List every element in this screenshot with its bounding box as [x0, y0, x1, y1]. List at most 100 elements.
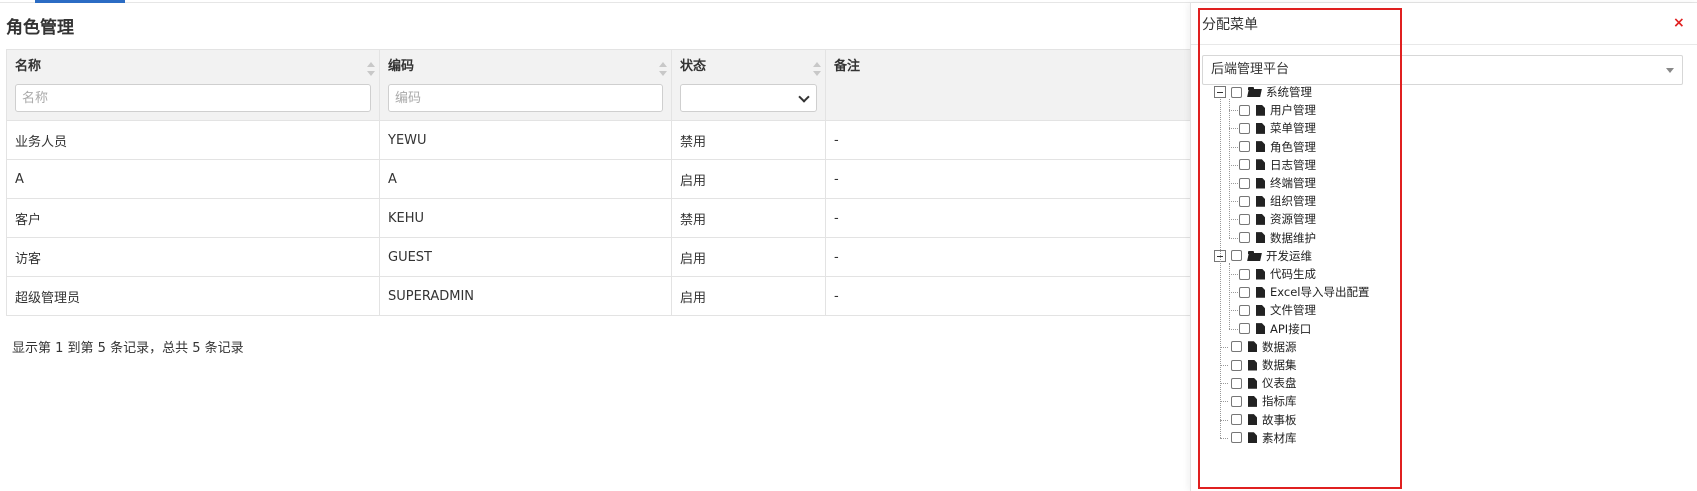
- tree-connector: [1229, 219, 1238, 221]
- cell-remark: -: [825, 276, 1192, 316]
- tree-node-label: 文件管理: [1270, 303, 1316, 318]
- collapse-toggle-icon[interactable]: [1214, 86, 1226, 98]
- checkbox[interactable]: [1239, 304, 1250, 316]
- checkbox[interactable]: [1231, 341, 1242, 353]
- cell-code: SUPERADMIN: [379, 276, 672, 316]
- tree-leaf-node[interactable]: 组织管理: [1239, 191, 1316, 211]
- file-icon: [1256, 213, 1265, 225]
- file-icon: [1248, 395, 1257, 407]
- file-icon: [1248, 414, 1257, 426]
- tree-node-label: 数据源: [1262, 339, 1297, 354]
- tree-leaf-node[interactable]: 数据源: [1214, 337, 1297, 357]
- sort-icon[interactable]: [813, 62, 821, 76]
- tree-leaf-node[interactable]: 终端管理: [1239, 173, 1316, 193]
- sort-icon[interactable]: [367, 62, 375, 76]
- column-header-name[interactable]: 名称: [6, 49, 380, 121]
- table-header-row: 名称 编码 状态: [6, 49, 1192, 121]
- checkbox[interactable]: [1231, 414, 1242, 426]
- role-table: 名称 编码 状态: [6, 49, 1192, 316]
- tree-leaf-node[interactable]: 素材库: [1214, 428, 1297, 448]
- table-row[interactable]: A A 启用 -: [6, 159, 1192, 199]
- checkbox[interactable]: [1231, 377, 1242, 389]
- tree-node-label: 用户管理: [1270, 103, 1316, 118]
- tree-leaf-node[interactable]: Excel导入导出配置: [1239, 282, 1369, 302]
- tree-leaf-node[interactable]: 仪表盘: [1214, 373, 1297, 393]
- folder-open-icon: [1248, 87, 1262, 97]
- cell-code: KEHU: [379, 198, 672, 238]
- code-filter-input[interactable]: [388, 84, 663, 112]
- tree-leaf-node[interactable]: 代码生成: [1239, 264, 1316, 284]
- table-row[interactable]: 客户 KEHU 禁用 -: [6, 198, 1192, 238]
- column-label: 名称: [15, 59, 42, 74]
- tree-leaf-node[interactable]: 菜单管理: [1239, 118, 1316, 138]
- cell-status: 启用: [671, 276, 826, 316]
- name-filter-input[interactable]: [15, 84, 371, 112]
- column-label: 编码: [388, 59, 415, 74]
- cell-status: 启用: [671, 159, 826, 199]
- tree-node-label: API接口: [1270, 321, 1312, 336]
- checkbox[interactable]: [1231, 86, 1242, 98]
- column-header-status[interactable]: 状态: [671, 49, 826, 121]
- platform-select[interactable]: 后端管理平台: [1202, 55, 1683, 85]
- tree-node-label: 菜单管理: [1270, 121, 1316, 136]
- checkbox[interactable]: [1231, 250, 1242, 262]
- sort-icon[interactable]: [659, 62, 667, 76]
- column-header-code[interactable]: 编码: [379, 49, 672, 121]
- tree-leaf-node[interactable]: 指标库: [1214, 391, 1297, 411]
- tree-leaf-node[interactable]: 资源管理: [1239, 209, 1316, 229]
- status-filter-select[interactable]: [680, 84, 817, 112]
- checkbox[interactable]: [1231, 395, 1242, 407]
- checkbox[interactable]: [1239, 104, 1250, 116]
- folder-open-icon: [1248, 250, 1262, 261]
- tree-leaf-node[interactable]: API接口: [1239, 319, 1311, 339]
- tree-node-label: 系统管理: [1266, 85, 1312, 99]
- checkbox[interactable]: [1239, 122, 1250, 134]
- tree-node-label: 数据维护: [1270, 230, 1316, 245]
- table-row[interactable]: 超级管理员 SUPERADMIN 启用 -: [6, 276, 1192, 316]
- tree-leaf-node[interactable]: 用户管理: [1239, 100, 1316, 120]
- table-row[interactable]: 业务人员 YEWU 禁用 -: [6, 120, 1192, 160]
- checkbox[interactable]: [1231, 359, 1242, 371]
- tree-connector: [1229, 328, 1238, 330]
- tree-leaf-node[interactable]: 数据集: [1214, 355, 1297, 375]
- file-icon: [1256, 323, 1265, 335]
- tree-node-label: 开发运维: [1266, 248, 1312, 263]
- checkbox[interactable]: [1239, 286, 1250, 298]
- checkbox[interactable]: [1239, 195, 1250, 207]
- cell-code: GUEST: [379, 237, 672, 277]
- pagination-info: 显示第 1 到第 5 条记录，总共 5 条记录: [12, 341, 244, 356]
- column-header-remark: 备注: [825, 49, 1192, 121]
- file-icon: [1256, 232, 1265, 244]
- checkbox[interactable]: [1239, 141, 1250, 153]
- tree-leaf-node[interactable]: 角色管理: [1239, 137, 1316, 157]
- tree-node-label: Excel导入导出配置: [1270, 285, 1370, 300]
- tree-leaf-node[interactable]: 日志管理: [1239, 155, 1316, 175]
- checkbox[interactable]: [1239, 213, 1250, 225]
- close-icon[interactable]: ×: [1673, 15, 1685, 31]
- checkbox[interactable]: [1239, 159, 1250, 171]
- tree-leaf-node[interactable]: 故事板: [1214, 410, 1297, 430]
- tree-connector: [1229, 292, 1238, 294]
- cell-remark: -: [825, 237, 1192, 277]
- checkbox[interactable]: [1231, 432, 1242, 444]
- checkbox[interactable]: [1239, 232, 1250, 244]
- file-icon: [1256, 304, 1265, 316]
- cell-name: 超级管理员: [6, 276, 380, 316]
- file-icon: [1256, 268, 1265, 280]
- checkbox[interactable]: [1239, 177, 1250, 189]
- tree-leaf-node[interactable]: 数据维护: [1239, 228, 1316, 248]
- tree-node-label: 日志管理: [1270, 157, 1316, 172]
- cell-name: 访客: [6, 237, 380, 277]
- checkbox[interactable]: [1239, 268, 1250, 280]
- tree-node-label: 素材库: [1262, 430, 1297, 445]
- panel-divider: [1191, 44, 1697, 45]
- cell-name: A: [6, 159, 380, 199]
- column-label: 状态: [680, 59, 707, 74]
- cell-status: 禁用: [671, 120, 826, 160]
- cell-status: 禁用: [671, 198, 826, 238]
- checkbox[interactable]: [1239, 323, 1250, 335]
- cell-code: YEWU: [379, 120, 672, 160]
- table-row[interactable]: 访客 GUEST 启用 -: [6, 237, 1192, 277]
- tree-leaf-node[interactable]: 文件管理: [1239, 300, 1316, 320]
- tree-connector: [1229, 128, 1238, 130]
